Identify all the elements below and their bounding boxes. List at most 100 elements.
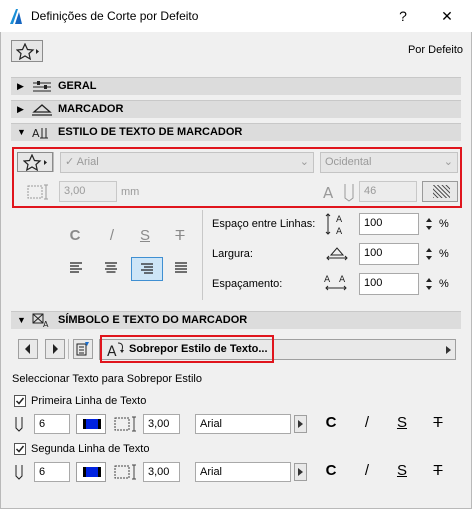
font-select-value: Arial [76, 156, 99, 168]
first-line-bold-button[interactable]: C [323, 414, 339, 431]
checkmark-icon [15, 445, 25, 453]
archicad-logo-icon [10, 9, 22, 24]
check-icon: ✓ [65, 156, 77, 168]
symbol-text-icon: A [32, 313, 49, 328]
section-simbolo-texto[interactable]: ▼ A SÍMBOLO E TEXTO DO MARCADOR [11, 311, 461, 329]
percent-unit: % [439, 278, 449, 290]
arrow-left-icon [25, 344, 30, 354]
checkmark-icon [15, 397, 25, 405]
close-button[interactable]: ✕ [435, 6, 459, 26]
collapse-arrow-icon: ▼ [17, 127, 26, 137]
first-line-font-select[interactable]: Arial [195, 414, 291, 434]
second-line-strike-button[interactable]: T [430, 462, 446, 479]
section-marcador[interactable]: ▶ MARCADOR [11, 100, 461, 118]
spinner-icon[interactable] [424, 244, 434, 264]
second-line-underline-button[interactable]: S [394, 462, 410, 479]
text-pen-input[interactable]: 46 [359, 181, 417, 202]
pen-icon [15, 417, 23, 432]
align-center-button[interactable] [98, 257, 124, 279]
override-label: Sobrepor Estilo de Texto... [129, 343, 268, 355]
section-estilo-texto-label: ESTILO DE TEXTO DE MARCADOR [58, 126, 243, 138]
section-geral-label: GERAL [58, 80, 97, 92]
color-swatch [83, 467, 101, 477]
first-line-font-menu[interactable] [294, 415, 307, 433]
list-settings-button[interactable] [73, 339, 93, 359]
second-line-font-select[interactable]: Arial [195, 462, 291, 482]
section-estilo-texto[interactable]: ▼ A ESTILO DE TEXTO DE MARCADOR [11, 123, 461, 141]
first-line-color-button[interactable] [76, 414, 106, 434]
svg-text:A: A [43, 320, 49, 328]
percent-unit: % [439, 218, 449, 230]
favorites-label: Por Defeito [407, 44, 463, 56]
text-favorites-button[interactable] [17, 152, 53, 172]
text-height-input[interactable]: 3,00 [59, 181, 117, 202]
section-marcador-label: MARCADOR [58, 103, 124, 115]
pen-pattern [433, 185, 450, 198]
pen-icon [15, 465, 23, 480]
justify-button[interactable] [168, 257, 194, 279]
second-line-bold-button[interactable]: C [323, 462, 339, 479]
bold-button[interactable]: C [67, 227, 83, 244]
script-select[interactable]: Ocidental ⌄ [320, 152, 458, 173]
line-spacing-input[interactable]: 100 [359, 213, 419, 235]
width-icon [326, 247, 348, 261]
second-line-italic-button[interactable]: / [359, 462, 375, 479]
window-title: Definições de Corte por Defeito [31, 9, 199, 23]
second-line-pen-input[interactable]: 6 [34, 462, 70, 482]
section-geral[interactable]: ▶ GERAL [11, 77, 461, 95]
text-style-icon: A [32, 127, 48, 140]
first-line-pen-input[interactable]: 6 [34, 414, 70, 434]
second-line-label: Segunda Linha de Texto [31, 443, 150, 455]
divider [68, 339, 69, 359]
pen-color-swatch[interactable] [422, 181, 458, 202]
first-line-strike-button[interactable]: T [430, 414, 446, 431]
second-line-height-input[interactable]: 3,00 [143, 462, 180, 482]
previous-button[interactable] [18, 339, 38, 359]
spacing-input[interactable]: 100 [359, 273, 419, 295]
first-line-label: Primeira Linha de Texto [31, 395, 147, 407]
help-button[interactable]: ? [391, 6, 415, 26]
align-right-button[interactable] [131, 257, 163, 281]
first-line-italic-button[interactable]: / [359, 414, 375, 431]
underline-button[interactable]: S [137, 227, 153, 244]
divider [53, 152, 58, 172]
line-spacing-label: Espaço entre Linhas: [212, 218, 316, 230]
second-line-checkbox[interactable] [14, 443, 26, 455]
first-line-height-input[interactable]: 3,00 [143, 414, 180, 434]
align-center-icon [105, 262, 117, 273]
line-spacing-icon: A A [325, 213, 343, 236]
svg-text:A: A [339, 275, 346, 285]
list-edit-icon [76, 342, 89, 356]
spinner-icon[interactable] [424, 214, 434, 234]
align-left-button[interactable] [63, 257, 89, 279]
first-line-checkbox[interactable] [14, 395, 26, 407]
width-input[interactable]: 100 [359, 243, 419, 265]
arrow-right-icon [53, 344, 58, 354]
collapse-arrow-icon: ▼ [17, 315, 26, 325]
expand-arrow-icon: ▶ [17, 104, 24, 114]
second-line-font-menu[interactable] [294, 463, 307, 481]
marker-icon [32, 104, 52, 116]
divider [202, 210, 203, 300]
justify-icon [175, 262, 187, 273]
spinner-icon[interactable] [424, 274, 434, 294]
svg-text:A: A [336, 215, 343, 225]
align-left-icon [70, 262, 82, 273]
star-icon [23, 154, 47, 171]
general-settings-icon [33, 81, 51, 92]
first-line-underline-button[interactable]: S [394, 414, 410, 431]
next-button[interactable] [45, 339, 65, 359]
text-height-icon [27, 184, 48, 200]
triangle-right-icon [298, 468, 303, 476]
text-height-icon [114, 416, 136, 432]
italic-button[interactable]: / [104, 227, 120, 244]
favorites-button[interactable] [11, 40, 43, 62]
text-override-icon: A [107, 342, 124, 360]
align-right-icon [141, 263, 153, 274]
font-select[interactable]: ✓ Arial ⌄ [60, 152, 314, 173]
triangle-right-icon [446, 346, 451, 354]
text-height-icon [114, 464, 136, 480]
second-line-color-button[interactable] [76, 462, 106, 482]
strikethrough-button[interactable]: T [172, 227, 188, 244]
char-spacing-icon: A A [324, 275, 347, 291]
